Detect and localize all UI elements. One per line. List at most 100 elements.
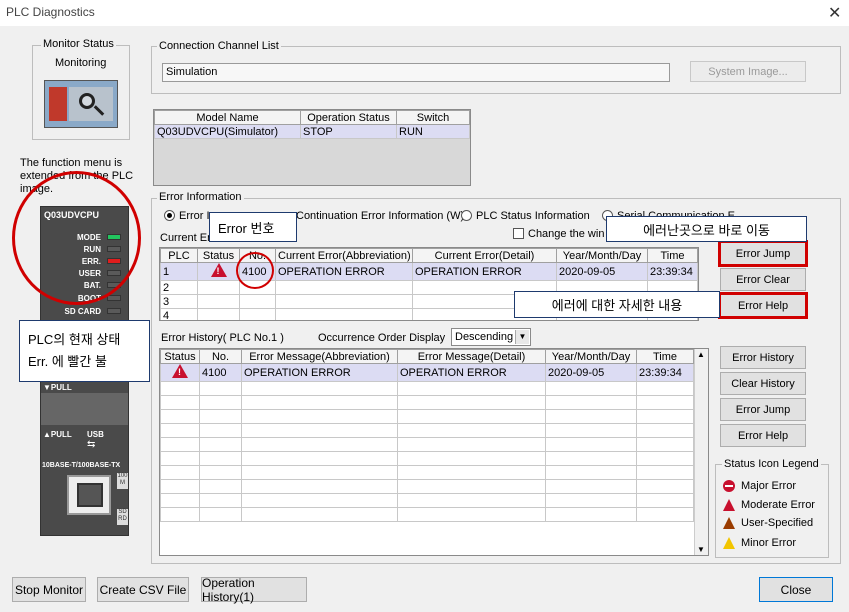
plc-state-callout-line2: Err. 에 빨간 불 xyxy=(28,354,107,369)
cell-detail: OPERATION ERROR xyxy=(412,262,557,281)
ethernet-port xyxy=(67,475,111,515)
table-row[interactable]: ! 4100 OPERATION ERROR OPERATION ERROR 2… xyxy=(160,363,694,382)
history-header-time: Time xyxy=(636,349,694,364)
radio-error-info-label: Error I xyxy=(179,210,210,222)
legend-minor-label: Minor Error xyxy=(741,537,797,549)
cell-abbrev: OPERATION ERROR xyxy=(275,262,413,281)
history-error-help-button[interactable]: Error Help xyxy=(720,424,806,447)
history-header-no: No. xyxy=(199,349,242,364)
monitor-status-value: Monitoring xyxy=(55,57,107,69)
card-slot-cover xyxy=(41,393,128,425)
order-display-value: Descending xyxy=(455,331,514,343)
table-row[interactable]: Q03UDVCPU(Simulator) STOP RUN xyxy=(154,124,470,139)
user-specified-icon xyxy=(723,517,735,529)
cell-plc: 3 xyxy=(160,294,198,309)
checkbox-icon xyxy=(513,228,524,239)
model-header-status: Operation Status xyxy=(300,110,397,125)
radio-plc-status-label: PLC Status Information xyxy=(476,210,590,222)
monitor-status-label: Monitor Status xyxy=(41,38,116,50)
radio-on-icon xyxy=(164,210,175,221)
error-help-callout: 에러에 대한 자세한 내용 xyxy=(514,291,720,318)
current-header-abbrev: Current Error(Abbreviation) xyxy=(275,248,413,263)
model-name-cell: Q03UDVCPU(Simulator) xyxy=(154,124,301,139)
error-jump-button[interactable]: Error Jump xyxy=(718,240,808,267)
model-table: Model Name Operation Status Switch Q03UD… xyxy=(153,109,471,186)
cell-date: 2020-09-05 xyxy=(545,363,637,382)
order-display-label: Occurrence Order Display xyxy=(318,332,446,344)
red-highlight-ellipse xyxy=(12,171,141,305)
led-boot xyxy=(107,295,121,301)
major-error-icon xyxy=(723,480,735,492)
history-header-abbrev: Error Message(Abbreviation) xyxy=(241,349,398,364)
cell-plc: 4 xyxy=(160,308,198,320)
radio-off-icon xyxy=(461,210,472,221)
window-title: PLC Diagnostics xyxy=(6,5,95,19)
status-legend-label: Status Icon Legend xyxy=(722,458,821,470)
usb-icon: ⇆ xyxy=(87,439,96,450)
current-header-date: Year/Month/Day xyxy=(556,248,648,263)
cell-date: 2020-09-05 xyxy=(556,262,648,281)
system-image-button[interactable]: System Image... xyxy=(690,61,806,82)
order-display-select[interactable]: Descending ▼ xyxy=(451,328,531,346)
history-header-date: Year/Month/Day xyxy=(545,349,637,364)
pull-label-top: ▼PULL xyxy=(43,383,72,392)
error-no-callout: Error 번호 xyxy=(209,212,297,242)
ethernet-label: 10BASE-T/100BASE-TX xyxy=(42,462,121,469)
operation-history-button[interactable]: Operation History(1) xyxy=(201,576,307,604)
side-led-sdrd: SD RD xyxy=(117,509,128,525)
led-label-sdcard: SD CARD xyxy=(64,307,101,316)
cell-status: ! xyxy=(160,363,200,382)
create-csv-button[interactable]: Create CSV File xyxy=(97,577,189,602)
error-clear-button[interactable]: Error Clear xyxy=(720,268,806,291)
cell-time: 23:39:34 xyxy=(647,262,698,281)
legend-item-moderate: Moderate Error xyxy=(723,499,815,511)
current-header-time: Time xyxy=(647,248,698,263)
current-header-detail: Current Error(Detail) xyxy=(412,248,557,263)
radio-plc-status[interactable]: PLC Status Information xyxy=(461,210,590,222)
model-switch-cell: RUN xyxy=(396,124,470,139)
legend-moderate-label: Moderate Error xyxy=(741,499,815,511)
error-no-highlight-circle xyxy=(236,252,274,289)
legend-major-label: Major Error xyxy=(741,480,797,492)
plc-monitor-icon xyxy=(44,80,118,128)
cell-plc: 2 xyxy=(160,280,198,295)
connection-group-label: Connection Channel List xyxy=(157,40,281,52)
error-history-label: Error History( PLC No.1 ) xyxy=(161,332,284,344)
stop-monitor-button[interactable]: Stop Monitor xyxy=(12,577,86,602)
led-sdcard xyxy=(107,308,121,314)
moderate-error-icon xyxy=(723,499,735,511)
radio-continuation-error[interactable]: Continuation Error Information (W) xyxy=(296,210,464,222)
close-icon[interactable]: ✕ xyxy=(828,3,841,23)
error-history-table: Status No. Error Message(Abbreviation) E… xyxy=(159,348,709,556)
scroll-up-icon[interactable]: ▲ xyxy=(697,350,705,359)
change-window-checkbox[interactable]: Change the win xyxy=(513,228,604,240)
error-help-button[interactable]: Error Help xyxy=(718,292,808,319)
error-history-button[interactable]: Error History xyxy=(720,346,806,369)
title-bar xyxy=(0,0,849,26)
cell-error-no: 4100 xyxy=(199,363,242,382)
current-header-status: Status xyxy=(197,248,240,263)
history-scrollbar[interactable]: ▲ ▼ xyxy=(694,349,708,555)
model-status-cell: STOP xyxy=(300,124,397,139)
cell-status: ! xyxy=(197,262,240,281)
error-jump-callout: 에러난곳으로 바로 이동 xyxy=(606,216,807,242)
current-header-plc: PLC xyxy=(160,248,198,263)
connection-channel-field[interactable]: Simulation xyxy=(162,63,670,82)
history-error-jump-button[interactable]: Error Jump xyxy=(720,398,806,421)
minor-error-icon xyxy=(723,537,735,549)
change-window-label: Change the win xyxy=(528,228,605,240)
radio-error-info[interactable]: Error I xyxy=(164,210,210,222)
scroll-down-icon[interactable]: ▼ xyxy=(697,545,705,554)
model-header-switch: Switch xyxy=(396,110,470,125)
legend-user-label: User-Specified xyxy=(741,517,814,529)
cell-abbrev: OPERATION ERROR xyxy=(241,363,398,382)
cell-detail: OPERATION ERROR xyxy=(397,363,546,382)
side-led-100m: 100 M xyxy=(117,473,128,489)
current-error-label: Current Err xyxy=(160,232,215,244)
clear-history-button[interactable]: Clear History xyxy=(720,372,806,395)
close-button[interactable]: Close xyxy=(759,577,833,602)
plc-state-callout: PLC의 현재 상태 Err. 에 빨간 불 xyxy=(19,320,150,382)
error-information-label: Error Information xyxy=(157,191,244,203)
cell-time: 23:39:34 xyxy=(636,363,694,382)
chevron-down-icon[interactable]: ▼ xyxy=(515,330,529,344)
